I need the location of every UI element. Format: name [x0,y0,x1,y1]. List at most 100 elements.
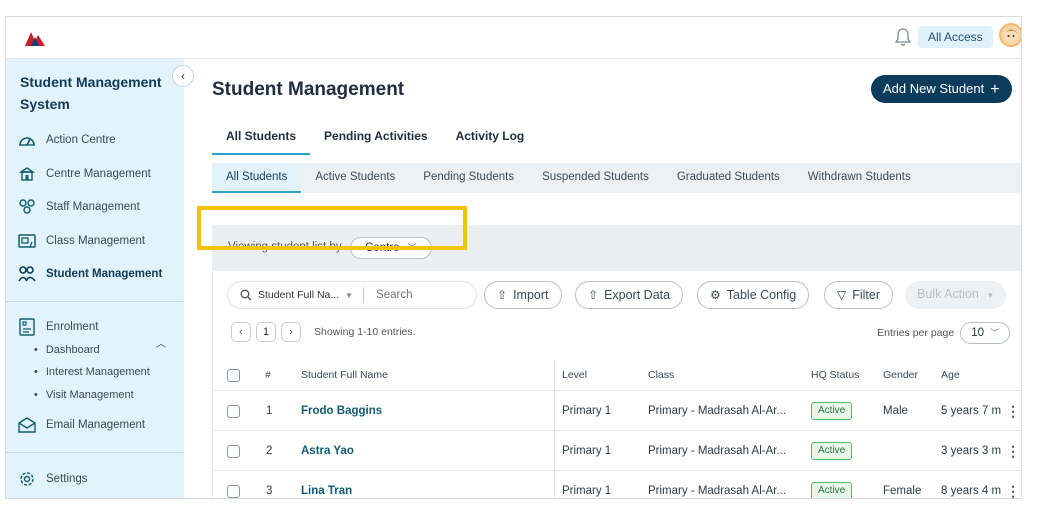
entries-per-page-value: 10 [971,327,984,339]
sidebar-item-label: Student Management [46,268,163,280]
table-row[interactable]: 1 Frodo Baggins Primary 1 Primary - Madr… [213,392,1021,431]
student-table-card: Student Full Na... ▼ ⇧ Import ⇧ Export Dat… [212,271,1021,499]
filter-label: Filter [852,288,881,302]
sidebar-subitem-interest-management[interactable]: Interest Management [34,366,150,378]
row-class: Primary - Madrasah Al-Ar... [648,445,787,457]
next-page-button[interactable]: › [281,322,301,342]
column-header-number: # [265,369,271,381]
sidebar-subitem-dashboard[interactable]: Dashboard [34,344,100,356]
search-icon [240,289,252,301]
row-gender: Female [883,485,922,497]
entries-per-page-select[interactable]: 10 ﹀ [960,322,1010,344]
student-name-link[interactable]: Lina Tran [301,472,352,498]
column-header-name[interactable]: Student Full Name [301,360,388,390]
select-all-checkbox[interactable] [227,368,240,382]
more-vertical-icon[interactable]: ⋮ [1006,392,1020,430]
row-checkbox[interactable] [227,404,240,418]
avatar-face-icon [1004,29,1018,43]
column-header-gender[interactable]: Gender [883,360,918,390]
row-checkbox[interactable] [227,484,240,498]
bulk-action-button[interactable]: Bulk Action ▼ [905,281,1007,309]
tab-pending-activities[interactable]: Pending Activities [310,121,442,155]
table-config-button[interactable]: ⚙ Table Config [697,281,810,309]
subtab-suspended-students[interactable]: Suspended Students [528,163,663,193]
import-button[interactable]: ⇧ Import [484,281,562,309]
subtab-active-students[interactable]: Active Students [301,163,409,193]
student-name-link[interactable]: Astra Yao [301,432,354,470]
student-status-tabs: All Students Active Students Pending Stu… [212,163,1021,193]
add-new-student-label: Add New Student [883,81,985,96]
row-class: Primary - Madrasah Al-Ar... [648,405,787,417]
search-category-select[interactable]: Student Full Na... [258,289,339,301]
app-title: Student Management System [20,74,162,112]
access-level-badge[interactable]: All Access [918,26,993,48]
add-new-student-button[interactable]: Add New Student + [871,75,1012,103]
search-bar: Student Full Na... ▼ [227,281,477,309]
chevron-down-icon: ﹀ [989,328,999,338]
sidebar-item-class-management[interactable]: Class Management [18,230,145,252]
subtab-all-students[interactable]: All Students [212,163,302,193]
building-icon [18,165,36,183]
sidebar-item-centre-management[interactable]: Centre Management [18,163,151,185]
table-config-label: Table Config [726,288,797,302]
subtab-pending-students[interactable]: Pending Students [409,163,528,193]
row-gender: Male [883,405,908,417]
sidebar-item-label: Action Centre [46,134,116,146]
row-level: Primary 1 [562,445,612,457]
entries-per-page-label: Entries per page [877,327,955,339]
email-icon [18,416,36,434]
sidebar: Student Management System Action Centre … [6,59,184,498]
page-title: Student Management [212,79,405,100]
sidebar-item-action-centre[interactable]: Action Centre [18,129,116,151]
view-by-highlight-box [197,206,467,250]
more-vertical-icon[interactable]: ⋮ [1006,432,1020,470]
sidebar-item-staff-management[interactable]: Staff Management [18,196,140,218]
table-row[interactable]: 3 Lina Tran Primary 1 Primary - Madrasah… [213,472,1021,499]
table-row[interactable]: 2 Astra Yao Primary 1 Primary - Madrasah… [213,432,1021,471]
enrolment-icon [18,318,36,336]
sidebar-collapse-button[interactable]: ‹ [172,65,194,87]
caret-down-icon: ▼ [345,290,354,300]
divider [363,287,365,303]
student-name-link[interactable]: Frodo Baggins [301,392,382,430]
table-header: # Student Full Name Level Class HQ Statu… [213,360,1021,391]
export-icon: ⇧ [588,288,599,302]
subtab-withdrawn-students[interactable]: Withdrawn Students [794,163,925,193]
filter-button[interactable]: ▽ Filter [824,281,894,309]
row-level: Primary 1 [562,485,612,497]
prev-page-button[interactable]: ‹ [231,322,251,342]
tab-all-students[interactable]: All Students [212,121,311,155]
export-data-button[interactable]: ⇧ Export Data [575,281,684,309]
row-class: Primary - Madrasah Al-Ar... [648,485,787,497]
sidebar-item-student-management[interactable]: Student Management [18,263,162,285]
row-number: 1 [266,405,273,417]
column-header-age[interactable]: Age [941,360,960,390]
column-header-class[interactable]: Class [648,360,674,390]
search-input[interactable] [376,289,467,301]
tab-activity-log[interactable]: Activity Log [442,121,539,155]
filter-icon: ▽ [837,288,847,302]
sidebar-item-label: Centre Management [46,168,151,180]
export-label: Export Data [604,288,671,302]
sidebar-subitem-visit-management[interactable]: Visit Management [34,389,134,401]
more-vertical-icon[interactable]: ⋮ [1006,472,1020,499]
status-badge: Active [811,442,853,460]
current-page-button[interactable]: 1 [256,322,276,342]
subtab-graduated-students[interactable]: Graduated Students [663,163,794,193]
sidebar-divider [6,452,184,453]
bell-icon[interactable] [894,27,912,47]
sidebar-divider [6,301,184,302]
column-header-hq-status[interactable]: HQ Status [811,360,859,390]
column-header-level[interactable]: Level [562,360,587,390]
sidebar-item-enrolment[interactable]: Enrolment [18,316,98,338]
chevron-up-icon[interactable]: ︿ [156,335,166,350]
main-content: Student Management Add New Student + All … [184,59,1021,499]
app-window: All Access Student Management System Act… [5,16,1022,499]
primary-tabs: All Students Pending Activities Activity… [212,121,538,155]
sidebar-item-settings[interactable]: Settings [18,468,88,490]
avatar[interactable] [999,23,1021,47]
row-checkbox[interactable] [227,444,240,458]
people-icon [18,198,36,216]
sidebar-item-email-management[interactable]: Email Management [18,414,145,436]
sidebar-item-label: Staff Management [46,201,140,213]
